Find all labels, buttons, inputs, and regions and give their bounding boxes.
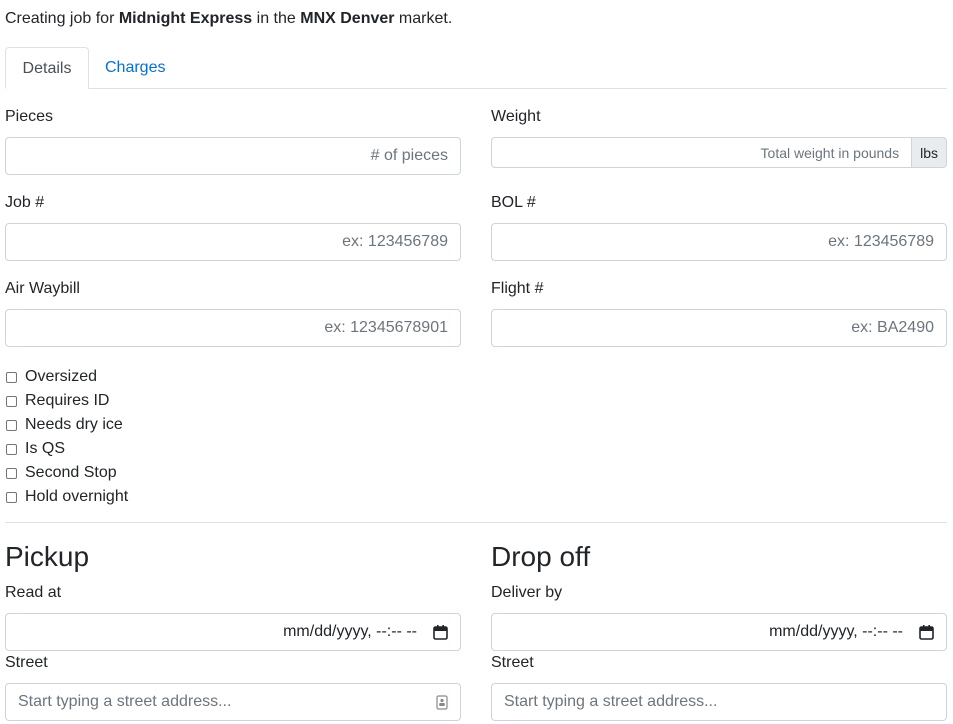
- company-name: Midnight Express: [118, 10, 253, 27]
- job-label: Job #: [5, 194, 45, 211]
- is-qs-checkbox[interactable]: [6, 443, 17, 455]
- pickup-street-label: Street: [5, 654, 48, 671]
- weight-label: Weight: [491, 108, 541, 125]
- option-checkboxes: Oversized Requires ID Needs dry ice Is Q…: [5, 365, 128, 509]
- air-waybill-placeholder: ex: 12345678901: [324, 319, 448, 336]
- deliver-by-placeholder: mm/dd/yyyy, --:-- --: [769, 623, 903, 640]
- is-qs-label: Is QS: [25, 440, 66, 457]
- pieces-placeholder: # of pieces: [370, 147, 448, 164]
- dry-ice-label: Needs dry ice: [25, 416, 123, 433]
- calendar-icon[interactable]: [919, 624, 934, 640]
- is-qs-option[interactable]: Is QS: [5, 437, 128, 461]
- intro-text: Creating job for Midnight Express in the…: [5, 9, 452, 29]
- flight-label: Flight #: [491, 280, 544, 297]
- requires-id-option[interactable]: Requires ID: [5, 389, 128, 413]
- job-input[interactable]: ex: 123456789: [5, 223, 461, 261]
- dropoff-street-placeholder: Start typing a street address...: [504, 693, 718, 710]
- second-stop-label: Second Stop: [25, 464, 117, 481]
- air-waybill-input[interactable]: ex: 12345678901: [5, 309, 461, 347]
- flight-input[interactable]: ex: BA2490: [491, 309, 947, 347]
- dry-ice-option[interactable]: Needs dry ice: [5, 413, 128, 437]
- intro-middle: in the: [252, 10, 301, 27]
- market-name: MNX Denver: [300, 10, 395, 27]
- read-at-label: Read at: [5, 584, 62, 601]
- deliver-by-label: Deliver by: [491, 584, 563, 601]
- oversized-label: Oversized: [25, 368, 98, 385]
- requires-id-checkbox[interactable]: [6, 395, 17, 407]
- tab-details[interactable]: Details: [5, 47, 89, 89]
- pieces-label: Pieces: [5, 108, 54, 125]
- contact-card-icon: [436, 694, 448, 710]
- dropoff-heading: Drop off: [491, 541, 591, 572]
- dry-ice-checkbox[interactable]: [6, 419, 17, 431]
- read-at-placeholder: mm/dd/yyyy, --:-- --: [283, 623, 417, 640]
- weight-placeholder: Total weight in pounds: [760, 144, 900, 161]
- bol-label: BOL #: [491, 194, 536, 211]
- second-stop-option[interactable]: Second Stop: [5, 461, 128, 485]
- weight-input[interactable]: Total weight in pounds: [491, 137, 913, 168]
- air-waybill-label: Air Waybill: [5, 280, 80, 297]
- intro-prefix: Creating job for: [5, 10, 119, 27]
- flight-placeholder: ex: BA2490: [851, 319, 934, 336]
- second-stop-checkbox[interactable]: [6, 467, 17, 479]
- job-placeholder: ex: 123456789: [342, 233, 448, 250]
- weight-unit-addon: lbs: [912, 137, 947, 168]
- bol-placeholder: ex: 123456789: [828, 233, 934, 250]
- weight-input-group: Total weight in pounds lbs: [491, 137, 947, 168]
- pickup-street-placeholder: Start typing a street address...: [18, 693, 232, 710]
- tab-bar: Details Charges: [5, 47, 947, 89]
- intro-suffix: market.: [394, 10, 453, 27]
- read-at-input[interactable]: mm/dd/yyyy, --:-- --: [5, 613, 461, 651]
- oversized-option[interactable]: Oversized: [5, 365, 128, 389]
- pieces-input[interactable]: # of pieces: [5, 137, 461, 175]
- hold-overnight-checkbox[interactable]: [6, 491, 17, 503]
- oversized-checkbox[interactable]: [6, 371, 17, 383]
- pickup-street-input[interactable]: Start typing a street address...: [5, 683, 461, 721]
- hold-overnight-label: Hold overnight: [25, 488, 129, 505]
- requires-id-label: Requires ID: [25, 392, 110, 409]
- dropoff-street-input[interactable]: Start typing a street address...: [491, 683, 947, 721]
- tab-charges[interactable]: Charges: [105, 47, 165, 88]
- calendar-icon[interactable]: [433, 624, 448, 640]
- section-divider: [5, 522, 947, 523]
- bol-input[interactable]: ex: 123456789: [491, 223, 947, 261]
- deliver-by-input[interactable]: mm/dd/yyyy, --:-- --: [491, 613, 947, 651]
- hold-overnight-option[interactable]: Hold overnight: [5, 485, 128, 509]
- pickup-heading: Pickup: [5, 541, 90, 572]
- dropoff-street-label: Street: [491, 654, 534, 671]
